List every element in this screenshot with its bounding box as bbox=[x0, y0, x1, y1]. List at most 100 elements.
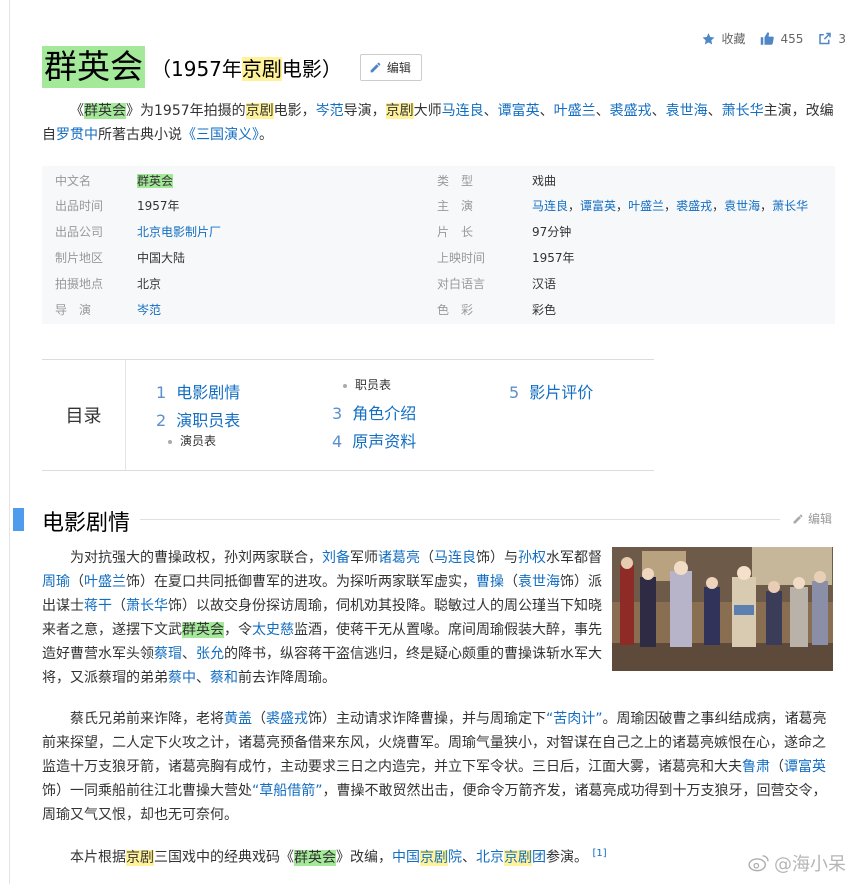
character-link[interactable]: 蔡瑁 bbox=[154, 646, 182, 662]
character-link[interactable]: 鲁肃 bbox=[742, 759, 770, 775]
link-director[interactable]: 岑范 bbox=[316, 103, 344, 119]
character-link[interactable]: 黄盖 bbox=[224, 711, 252, 727]
character-link[interactable]: 蒋干 bbox=[84, 598, 112, 614]
section-edit-button[interactable]: 编辑 bbox=[792, 510, 832, 527]
actor-link[interactable]: 谭富英 bbox=[784, 759, 826, 775]
actor-link[interactable]: 袁世海 bbox=[518, 574, 560, 590]
troupe-link[interactable]: 中国京剧院 bbox=[392, 849, 462, 866]
info-value: 中国大陆 bbox=[137, 250, 186, 265]
page-title: 群英会 bbox=[42, 46, 145, 88]
info-value: 北京 bbox=[137, 276, 162, 291]
collect-button[interactable]: 收藏 bbox=[701, 30, 745, 47]
actor-link[interactable]: 叶盛兰 bbox=[84, 574, 126, 590]
intro-text: 、 bbox=[595, 103, 610, 119]
term-link[interactable]: “草船借箭” bbox=[252, 783, 323, 799]
plot-text: 饰）一同乘船前往江北曹操大营处 bbox=[42, 783, 252, 799]
plot-text: ，令 bbox=[224, 622, 252, 638]
toc-item-credits[interactable]: 2 演职员表 bbox=[156, 407, 240, 431]
edit-title-button[interactable]: 编辑 bbox=[359, 53, 422, 81]
intro-text: 、 bbox=[707, 103, 722, 119]
reference-link[interactable]: [1] bbox=[592, 848, 606, 859]
toc-subitem-crew-list[interactable]: 职员表 bbox=[343, 376, 391, 393]
subtitle-year: （1957年 bbox=[151, 56, 242, 81]
cast-link[interactable]: 裘盛戎 bbox=[676, 199, 712, 213]
toc-item-characters[interactable]: 3 角色介绍 bbox=[332, 400, 416, 424]
info-key: 片 长 bbox=[437, 224, 474, 239]
actor-link[interactable]: 马连良 bbox=[434, 550, 476, 566]
info-key: 类 型 bbox=[437, 173, 474, 188]
character-link[interactable]: 孙权 bbox=[518, 550, 546, 566]
toc-item-soundtrack[interactable]: 4 原声资料 bbox=[332, 428, 416, 452]
intro-text: 所著古典小说 bbox=[98, 127, 182, 143]
character-link[interactable]: 蔡和 bbox=[210, 670, 238, 686]
cast-link[interactable]: 萧长华 bbox=[772, 199, 808, 213]
pencil-icon bbox=[793, 514, 803, 523]
character-link[interactable]: 刘备 bbox=[322, 550, 350, 566]
character-link[interactable]: 张允 bbox=[196, 646, 224, 662]
link-cast[interactable]: 萧长华 bbox=[722, 103, 764, 119]
actor-link[interactable]: 萧长华 bbox=[126, 598, 168, 614]
cast-link[interactable]: 谭富英 bbox=[580, 199, 616, 213]
character-link[interactable]: 蔡中 bbox=[168, 670, 196, 686]
toc-item-reviews[interactable]: 5 影片评价 bbox=[509, 379, 593, 403]
cast-link[interactable]: 叶盛兰 bbox=[628, 199, 664, 213]
plot-text: （ bbox=[504, 574, 518, 590]
stage-photo[interactable] bbox=[612, 547, 833, 671]
info-key: 出品公司 bbox=[55, 224, 104, 239]
cast-link[interactable]: 马连良 bbox=[532, 199, 568, 213]
character-link[interactable]: 曹操 bbox=[476, 574, 504, 590]
plot-text: 饰）与 bbox=[476, 550, 518, 566]
toc-item-plot[interactable]: 1 电影剧情 bbox=[156, 379, 240, 403]
toc-number: 4 bbox=[332, 432, 343, 451]
info-key: 出品时间 bbox=[55, 198, 104, 213]
character-link[interactable]: 周瑜 bbox=[42, 574, 70, 590]
link-cast[interactable]: 袁世海 bbox=[666, 103, 708, 119]
plot-text: 本片根据 bbox=[70, 849, 126, 866]
link-novel[interactable]: 《三国演义》 bbox=[182, 127, 259, 143]
info-row: 导 演 岑范 色 彩 彩色 bbox=[42, 296, 832, 322]
star-icon bbox=[702, 32, 715, 44]
intro-text: 。 bbox=[259, 127, 273, 143]
thumbs-up-icon bbox=[761, 32, 775, 45]
intro-text: 《 bbox=[70, 103, 84, 119]
like-button[interactable]: 455 bbox=[759, 31, 803, 46]
section-edit-label: 编辑 bbox=[807, 512, 832, 526]
info-value: 汉语 bbox=[532, 276, 557, 291]
table-of-contents: 目录 1 电影剧情 2 演职员表 演员表 职员表 3 角色介绍 4 原声资料 5 影片评价 bbox=[42, 359, 654, 471]
toc-number: 3 bbox=[332, 404, 343, 423]
link-author[interactable]: 罗贯中 bbox=[56, 127, 98, 143]
character-link[interactable]: 诸葛亮 bbox=[378, 550, 420, 566]
info-value: 岑范 bbox=[137, 296, 437, 322]
link-cast[interactable]: 谭富英 bbox=[498, 103, 540, 119]
cast-link[interactable]: 袁世海 bbox=[724, 199, 760, 213]
plot-text: 为对抗强大的曹操政权，孙刘两家联合， bbox=[70, 550, 322, 566]
director-link[interactable]: 岑范 bbox=[137, 303, 161, 317]
character-link[interactable]: 太史慈 bbox=[252, 622, 294, 638]
plot-text: （ bbox=[770, 759, 784, 775]
toc-title: 目录 bbox=[42, 360, 126, 470]
link-cast[interactable]: 叶盛兰 bbox=[554, 103, 596, 119]
plot-highlight: 群英会 bbox=[182, 622, 224, 638]
link-cast[interactable]: 马连良 bbox=[442, 103, 484, 119]
cast-separator: ， bbox=[712, 198, 725, 213]
info-value: 97分钟 bbox=[532, 224, 572, 239]
info-value: 戏曲 bbox=[532, 173, 557, 188]
edit-title-label: 编辑 bbox=[386, 60, 411, 75]
studio-link[interactable]: 北京电影制片厂 bbox=[137, 225, 221, 239]
share-button[interactable]: 3 bbox=[817, 31, 846, 46]
toc-label: 演职员表 bbox=[176, 411, 241, 430]
troupe-link-text: 北京 bbox=[476, 849, 504, 866]
link-cast[interactable]: 裘盛戎 bbox=[610, 103, 652, 119]
plot-paragraph: 蔡氏兄弟前来诈降，老将黄盖（裘盛戎饰）主动请求诈降曹操，并与周瑜定下“苦肉计”。… bbox=[42, 707, 834, 827]
plot-text: 蔡氏兄弟前来诈降，老将 bbox=[70, 711, 224, 727]
weibo-watermark: @海小呆 bbox=[748, 850, 846, 876]
section-divider bbox=[140, 519, 780, 520]
actor-link[interactable]: 裘盛戎 bbox=[266, 711, 308, 727]
intro-text: 、 bbox=[483, 103, 498, 119]
plot-highlight: 京剧 bbox=[126, 849, 154, 866]
info-key: 制片地区 bbox=[55, 250, 104, 265]
term-link[interactable]: “苦肉计” bbox=[546, 711, 603, 727]
toc-subitem-cast-list[interactable]: 演员表 bbox=[168, 432, 216, 449]
troupe-link[interactable]: 北京京剧团 bbox=[476, 849, 546, 866]
plot-paragraph: 为对抗强大的曹操政权，孙刘两家联合，刘备军师诸葛亮（马连良饰）与孙权水军都督周瑜… bbox=[42, 546, 604, 690]
